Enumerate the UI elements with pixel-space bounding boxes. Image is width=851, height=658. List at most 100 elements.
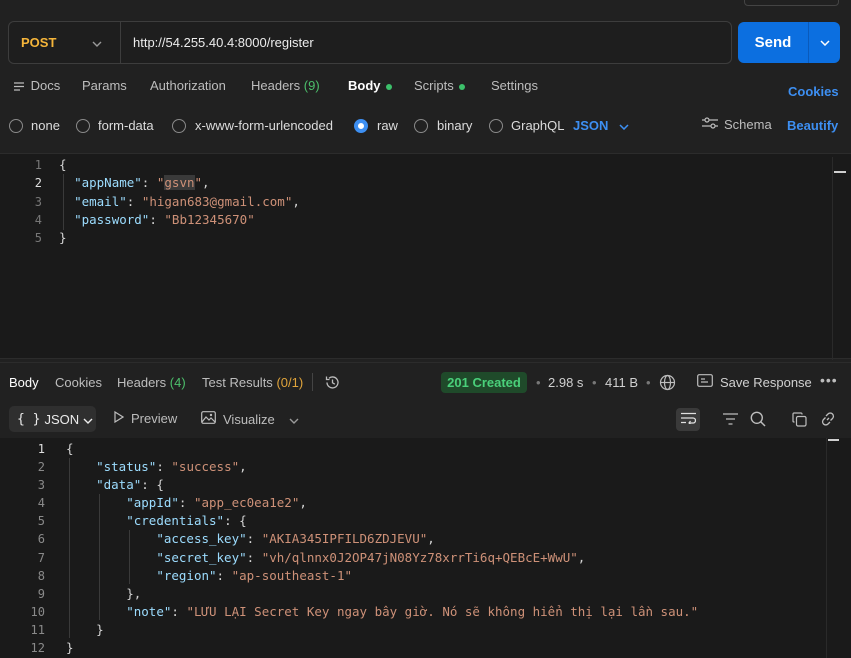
request-body-editor[interactable]: 1 2 3 4 5 { "appName": "gsvn", "email": … xyxy=(0,153,851,360)
headers-count: (9) xyxy=(303,78,320,93)
schema-button[interactable]: Schema xyxy=(702,117,772,132)
braces-icon: { } xyxy=(17,411,41,427)
docs-icon xyxy=(14,78,31,93)
line-number-gutter: 1 2 3 4 5 xyxy=(0,156,42,247)
separator-dot: • xyxy=(536,375,541,390)
pane-divider[interactable] xyxy=(0,362,851,363)
schema-label: Schema xyxy=(724,117,772,132)
globe-icon[interactable] xyxy=(659,374,676,394)
save-response-label: Save Response xyxy=(720,374,812,390)
request-tabs: Docs Params Authorization Headers (9) Bo… xyxy=(0,78,851,100)
cookies-link[interactable]: Cookies xyxy=(788,84,839,99)
method-label: POST xyxy=(21,35,57,50)
tab-settings[interactable]: Settings xyxy=(491,78,538,93)
copy-icon[interactable] xyxy=(790,410,808,428)
response-scrollbar[interactable] xyxy=(826,438,840,658)
chevron-down-icon[interactable] xyxy=(619,118,629,133)
radio-graphql[interactable] xyxy=(489,119,503,133)
line-number: 4 xyxy=(37,496,45,511)
beautify-button[interactable]: Beautify xyxy=(787,118,838,133)
response-size[interactable]: 411 B xyxy=(605,375,638,390)
line-number: 5 xyxy=(37,514,45,529)
url-input[interactable]: http://54.255.40.4:8000/register xyxy=(121,35,731,50)
response-tab-headers-label: Headers xyxy=(117,375,167,390)
line-number: 2 xyxy=(37,460,45,475)
send-options-chevron-icon[interactable] xyxy=(808,22,840,63)
preview-button[interactable]: Preview xyxy=(114,410,178,426)
image-icon xyxy=(201,411,216,427)
tab-docs[interactable]: Docs xyxy=(14,78,60,93)
preview-label: Preview xyxy=(131,411,178,426)
link-icon[interactable] xyxy=(819,410,837,428)
line-number-gutter: 1 2 3 4 5 6 7 8 9 10 11 12 xyxy=(0,440,45,657)
visualize-button[interactable]: Visualize xyxy=(201,411,275,427)
chevron-down-icon xyxy=(92,35,102,50)
method-selector[interactable]: POST xyxy=(9,22,121,63)
email-value: higan683@gmail.com xyxy=(149,193,285,209)
response-format-select[interactable]: { } JSON xyxy=(9,406,96,432)
secret-key-value: vh/qlnnx0J2OP47jN08Yz78xrrTi6q+QEBcE+WwU xyxy=(269,549,571,565)
radio-binary[interactable] xyxy=(414,119,428,133)
search-icon[interactable] xyxy=(749,410,767,428)
editor-scrollbar[interactable] xyxy=(832,157,847,360)
history-icon[interactable] xyxy=(324,374,341,394)
tab-params[interactable]: Params xyxy=(82,78,127,93)
response-tab-test-results[interactable]: Test Results (0/1) xyxy=(202,375,303,390)
radio-binary-label[interactable]: binary xyxy=(437,118,472,133)
tab-scripts-label: Scripts xyxy=(414,78,454,93)
chevron-down-icon[interactable] xyxy=(289,412,299,427)
response-tab-body[interactable]: Body xyxy=(9,375,39,390)
line-number: 8 xyxy=(37,568,45,583)
tab-headers[interactable]: Headers (9) xyxy=(251,78,320,93)
response-tab-headers[interactable]: Headers (4) xyxy=(117,375,186,390)
more-options-icon[interactable]: ••• xyxy=(820,372,838,388)
tab-body[interactable]: Body xyxy=(348,78,392,93)
test-results-label: Test Results xyxy=(202,375,273,390)
request-code: { "appName": "gsvn", "email": "higan683@… xyxy=(59,157,300,246)
top-toolbar-button[interactable] xyxy=(744,0,839,6)
line-number: 10 xyxy=(30,604,45,619)
line-number: 2 xyxy=(34,176,42,191)
tab-authorization[interactable]: Authorization xyxy=(150,78,226,93)
response-time[interactable]: 2.98 s xyxy=(548,375,583,390)
response-tab-cookies[interactable]: Cookies xyxy=(55,375,102,390)
status-badge[interactable]: 201 Created xyxy=(441,372,527,393)
wrap-lines-button[interactable] xyxy=(676,408,700,431)
filter-icon[interactable] xyxy=(721,410,739,428)
line-number: 5 xyxy=(34,231,42,246)
radio-urlencoded-label[interactable]: x-www-form-urlencoded xyxy=(195,118,333,133)
save-response-button[interactable]: Save Response xyxy=(697,374,812,390)
line-number: 6 xyxy=(37,532,45,547)
response-body-viewer[interactable]: 1 2 3 4 5 6 7 8 9 10 11 12 { "status": "… xyxy=(0,438,851,658)
line-number: 12 xyxy=(30,641,45,656)
test-results-count: (0/1) xyxy=(276,375,304,390)
body-format-select[interactable]: JSON xyxy=(573,118,608,133)
radio-none-label[interactable]: none xyxy=(31,118,60,133)
line-number: 1 xyxy=(34,158,42,172)
play-icon xyxy=(114,410,125,426)
tab-headers-label: Headers xyxy=(251,78,301,93)
radio-raw-label[interactable]: raw xyxy=(377,118,398,133)
note-value: LƯU LẠI Secret Key ngay bây giờ. Nó sẽ k… xyxy=(193,603,691,619)
radio-raw[interactable] xyxy=(354,119,368,133)
line-number: 4 xyxy=(34,212,42,227)
response-code: { "status": "success", "data": { "appId"… xyxy=(66,441,699,656)
radio-form-data[interactable] xyxy=(76,119,90,133)
response-format-label: JSON xyxy=(44,411,80,427)
line-number: 3 xyxy=(37,478,45,493)
tab-scripts[interactable]: Scripts xyxy=(414,78,465,93)
tab-docs-label: Docs xyxy=(30,78,61,93)
separator-dot: • xyxy=(592,375,597,390)
radio-none[interactable] xyxy=(9,119,23,133)
save-response-icon xyxy=(697,374,713,390)
scripts-indicator-dot xyxy=(458,83,465,90)
divider xyxy=(312,373,313,391)
region-value: ap-southeast-1 xyxy=(239,567,345,583)
radio-form-data-label[interactable]: form-data xyxy=(98,118,154,133)
scrollbar-marker xyxy=(828,439,839,441)
line-number: 11 xyxy=(30,622,45,637)
send-button[interactable]: Send xyxy=(738,22,808,63)
separator-dot: • xyxy=(646,375,651,390)
radio-urlencoded[interactable] xyxy=(172,119,186,133)
radio-graphql-label[interactable]: GraphQL xyxy=(511,118,564,133)
